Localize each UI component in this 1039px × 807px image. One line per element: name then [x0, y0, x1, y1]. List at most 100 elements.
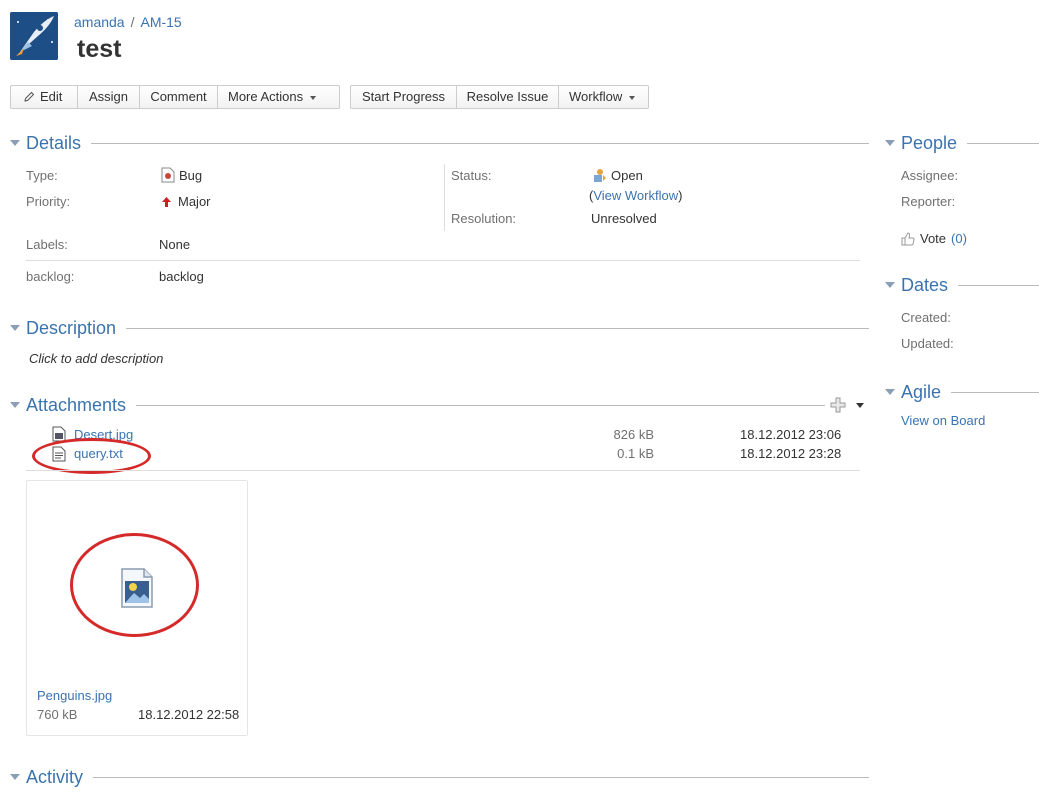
attachments-divider	[26, 470, 860, 471]
thumbnail-date: 18.12.2012 22:58	[138, 707, 240, 722]
attachment-options-dropdown[interactable]	[854, 399, 866, 411]
vote-count-link[interactable]: (0)	[951, 231, 967, 246]
view-workflow-line: (View Workflow)	[589, 188, 682, 203]
chevron-down-icon	[629, 96, 636, 100]
details-section-header[interactable]: Details	[10, 133, 869, 153]
collapse-toggle-icon[interactable]	[10, 325, 20, 331]
view-on-board-link[interactable]: View on Board	[901, 413, 985, 428]
attachments-section-header[interactable]: Attachments	[10, 395, 825, 415]
collapse-toggle-icon[interactable]	[885, 140, 895, 146]
thumbs-up-icon[interactable]	[901, 231, 915, 246]
rocket-icon	[10, 12, 58, 60]
type-value: Bug	[161, 167, 202, 183]
assignee-label: Assignee:	[901, 168, 959, 183]
section-divider	[967, 142, 1039, 144]
collapse-toggle-icon[interactable]	[885, 282, 895, 288]
attachment-date: 18.12.2012 23:28	[740, 446, 842, 461]
backlog-label: backlog:	[26, 269, 75, 284]
resolution-label: Resolution:	[451, 211, 517, 226]
attachment-size: 0.1 kB	[617, 446, 654, 461]
labels-value[interactable]: None	[159, 237, 190, 252]
workflow-button-label: Workflow	[569, 89, 623, 104]
collapse-toggle-icon[interactable]	[10, 402, 20, 408]
chevron-down-icon	[856, 402, 864, 408]
toolbar-workflow-group: Start Progress Resolve Issue Workflow	[350, 85, 649, 109]
backlog-value[interactable]: backlog	[159, 269, 204, 284]
people-section-header[interactable]: People	[885, 133, 1039, 153]
workflow-button[interactable]: Workflow	[559, 86, 648, 108]
breadcrumb-project-link[interactable]: amanda	[74, 14, 125, 30]
dates-section-header[interactable]: Dates	[885, 275, 1039, 295]
updated-label: Updated:	[901, 336, 954, 351]
plus-icon	[830, 397, 846, 413]
priority-major-arrow-icon	[162, 196, 171, 207]
attachment-size: 826 kB	[613, 427, 654, 442]
more-actions-button[interactable]: More Actions	[218, 86, 339, 108]
priority-value: Major	[161, 194, 211, 209]
collapse-toggle-icon[interactable]	[10, 140, 20, 146]
type-value-text: Bug	[179, 167, 203, 183]
thumbnail-size: 760 kB	[37, 707, 78, 722]
vote-label: Vote	[920, 231, 947, 246]
bug-icon	[161, 167, 175, 183]
section-divider	[91, 142, 869, 144]
collapse-toggle-icon[interactable]	[885, 389, 895, 395]
reporter-label: Reporter:	[901, 194, 956, 209]
view-workflow-close-paren: )	[678, 188, 683, 203]
section-divider	[93, 776, 869, 778]
breadcrumb: amanda / AM-15	[74, 14, 182, 30]
labels-label: Labels:	[26, 237, 68, 252]
section-divider	[958, 284, 1039, 286]
status-value-text: Open	[611, 167, 643, 183]
start-progress-button[interactable]: Start Progress	[351, 86, 457, 108]
vote-row: Vote (0)	[901, 231, 967, 246]
pencil-icon	[24, 91, 35, 102]
description-heading: Description	[26, 317, 117, 338]
start-progress-button-label: Start Progress	[361, 89, 446, 104]
created-label: Created:	[901, 310, 951, 325]
comment-button-label: Comment	[150, 89, 207, 104]
resolve-issue-button-label: Resolve Issue	[466, 89, 549, 104]
chevron-down-icon	[310, 96, 317, 100]
description-placeholder[interactable]: Click to add description	[29, 351, 163, 366]
collapse-toggle-icon[interactable]	[10, 774, 20, 780]
details-divider	[26, 260, 860, 261]
priority-value-text: Major	[178, 194, 211, 209]
activity-section-header[interactable]: Activity	[10, 767, 869, 787]
section-divider	[951, 391, 1039, 393]
edit-button[interactable]: Edit	[11, 86, 78, 108]
toolbar-actions-group: Edit Assign Comment More Actions	[10, 85, 340, 109]
details-column-divider	[444, 164, 445, 231]
section-divider	[136, 404, 825, 406]
assign-button-label: Assign	[88, 89, 129, 104]
attachment-date: 18.12.2012 23:06	[740, 427, 842, 442]
people-heading: People	[901, 132, 958, 153]
resolve-issue-button[interactable]: Resolve Issue	[457, 86, 559, 108]
agile-section-header[interactable]: Agile	[885, 382, 1039, 402]
status-label: Status:	[451, 168, 492, 183]
edit-button-label: Edit	[40, 89, 63, 104]
thumbnail-filename-link[interactable]: Penguins.jpg	[37, 688, 112, 703]
breadcrumb-separator: /	[130, 14, 135, 30]
annotation-circle	[70, 533, 199, 637]
assign-button[interactable]: Assign	[78, 86, 140, 108]
view-workflow-link[interactable]: View Workflow	[593, 188, 678, 203]
section-divider	[126, 327, 869, 329]
attachments-heading: Attachments	[26, 394, 127, 415]
resolution-value: Unresolved	[591, 211, 657, 226]
priority-label: Priority:	[26, 194, 71, 209]
dates-heading: Dates	[901, 274, 949, 295]
status-value: Open	[591, 167, 643, 183]
comment-button[interactable]: Comment	[140, 86, 218, 108]
type-label: Type:	[26, 168, 58, 183]
open-status-icon	[594, 169, 606, 182]
description-section-header[interactable]: Description	[10, 318, 869, 338]
annotation-circle	[32, 438, 151, 474]
breadcrumb-issue-key-link[interactable]: AM-15	[140, 14, 181, 30]
add-attachment-button[interactable]	[830, 397, 846, 413]
activity-heading: Activity	[26, 766, 84, 787]
project-avatar[interactable]	[10, 12, 58, 60]
more-actions-button-label: More Actions	[228, 89, 304, 104]
agile-heading: Agile	[901, 381, 942, 402]
issue-summary[interactable]: test	[77, 35, 121, 64]
